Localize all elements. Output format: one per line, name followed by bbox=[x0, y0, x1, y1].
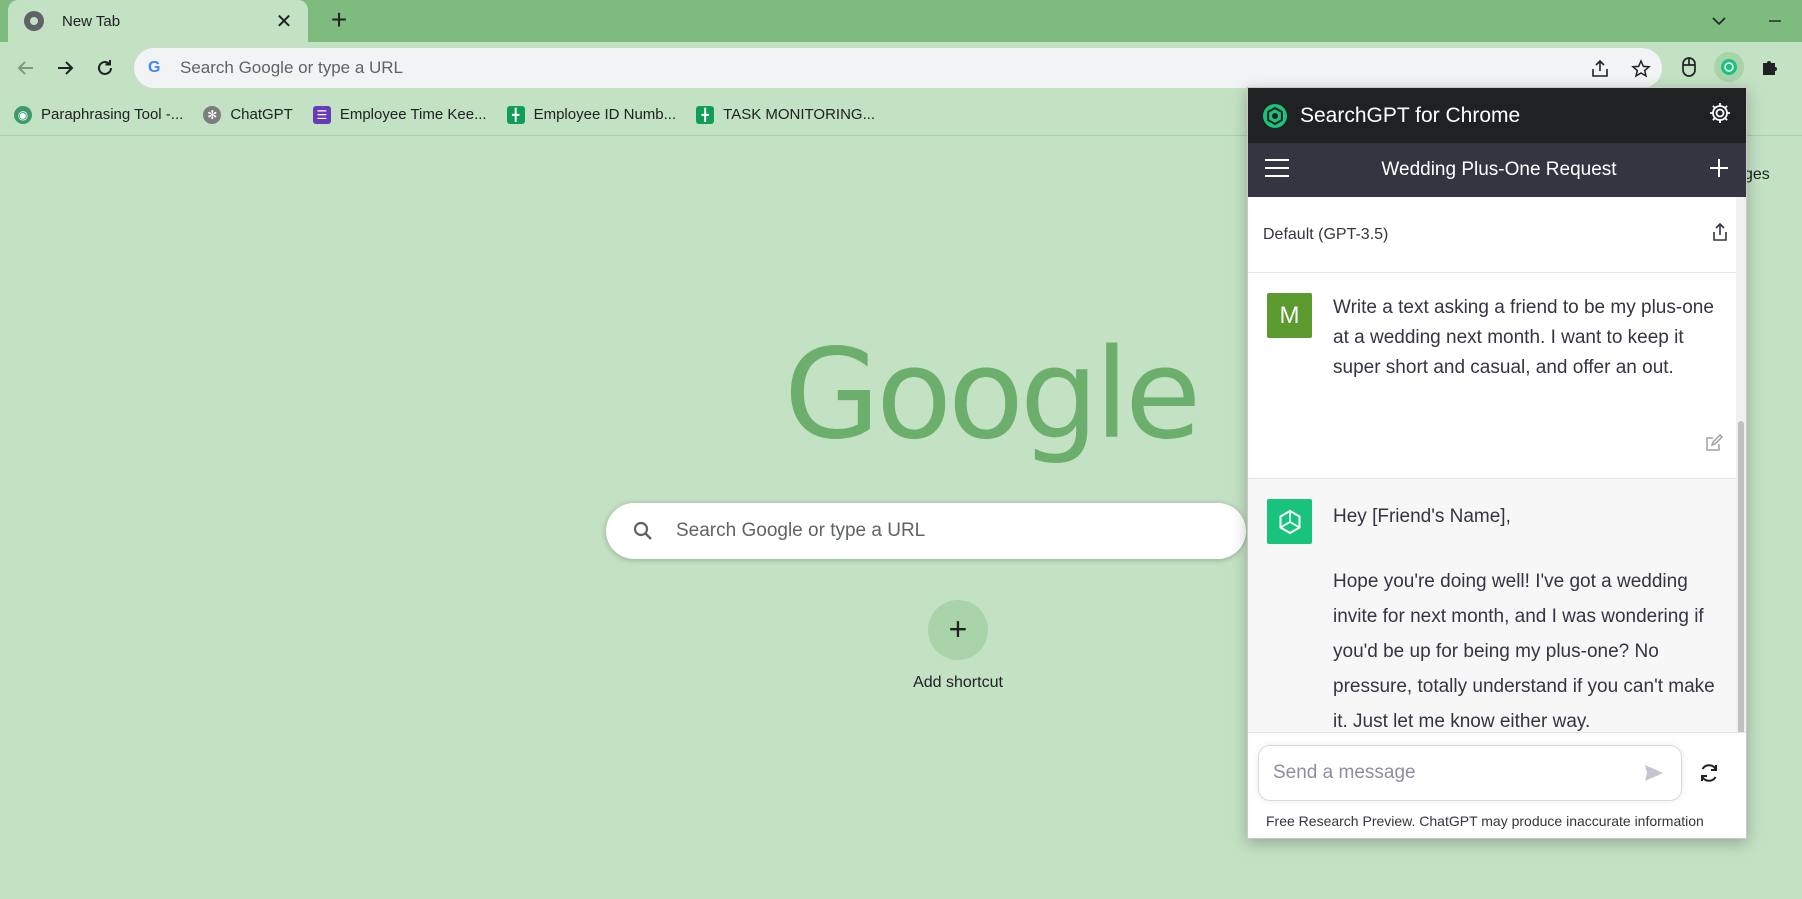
model-bar: Default (GPT-3.5) bbox=[1248, 197, 1746, 273]
plus-icon bbox=[1710, 158, 1728, 177]
robot-icon: ◉ bbox=[14, 105, 32, 124]
bookmark-employee-time-keeping[interactable]: ☰ Employee Time Kee... bbox=[312, 105, 487, 124]
message-input[interactable] bbox=[1273, 762, 1641, 784]
assistant-body: Hope you're doing well! I've got a weddi… bbox=[1333, 571, 1715, 732]
reload-icon bbox=[98, 60, 112, 75]
arrow-right-icon bbox=[58, 61, 74, 75]
ntp-images-link[interactable]: ges bbox=[1744, 166, 1770, 184]
send-button[interactable] bbox=[1641, 760, 1667, 786]
hamburger-icon bbox=[1265, 158, 1289, 177]
forward-button[interactable] bbox=[49, 52, 81, 84]
bookmark-chatgpt[interactable]: ✻ ChatGPT bbox=[203, 105, 293, 124]
add-shortcut[interactable]: + Add shortcut bbox=[900, 600, 1016, 692]
bookmark-paraphrasing-tool[interactable]: ◉ Paraphrasing Tool -... bbox=[14, 105, 184, 124]
gear-icon bbox=[1710, 103, 1730, 123]
user-message-text: Write a text asking a friend to be my pl… bbox=[1333, 297, 1714, 378]
close-tab-button[interactable]: ✕ bbox=[272, 9, 296, 34]
user-message: M Write a text asking a friend to be my … bbox=[1248, 273, 1746, 479]
edit-message-button[interactable] bbox=[1704, 433, 1724, 458]
share-button[interactable] bbox=[1589, 58, 1611, 80]
model-label: Default (GPT-3.5) bbox=[1263, 225, 1389, 243]
ntp-search-placeholder: Search Google or type a URL bbox=[676, 520, 926, 541]
share-icon bbox=[1713, 222, 1727, 241]
extension-mouse-button[interactable] bbox=[1674, 52, 1704, 82]
star-icon bbox=[1631, 59, 1651, 78]
new-tab-button[interactable]: + bbox=[323, 5, 355, 37]
tab-strip: New Tab ✕ + bbox=[0, 0, 1802, 42]
minimize-window-button[interactable] bbox=[1760, 6, 1790, 36]
mouse-icon bbox=[1682, 57, 1696, 77]
message-input-box[interactable] bbox=[1258, 745, 1682, 801]
bookmark-label: Employee Time Kee... bbox=[339, 106, 487, 123]
google-logo: Google bbox=[784, 323, 1201, 467]
share-chat-button[interactable] bbox=[1710, 222, 1730, 247]
regenerate-button[interactable] bbox=[1694, 758, 1724, 788]
new-chat-button[interactable] bbox=[1708, 157, 1730, 184]
input-area: Free Research Preview. ChatGPT may produ… bbox=[1248, 732, 1746, 838]
searchgpt-popup: SearchGPT for Chrome Wedding Plus-One Re… bbox=[1247, 87, 1747, 839]
address-bar[interactable]: G Search Google or type a URL bbox=[134, 48, 1662, 88]
avatar: M bbox=[1267, 293, 1312, 338]
google-g-icon: G bbox=[148, 59, 161, 76]
share-icon bbox=[1592, 59, 1608, 77]
ntp-search-box[interactable]: Search Google or type a URL bbox=[606, 503, 1246, 559]
searchgpt-extension-button[interactable] bbox=[1714, 52, 1744, 82]
refresh-icon bbox=[1701, 764, 1717, 782]
back-button[interactable] bbox=[10, 52, 42, 84]
bookmark-employee-id-number[interactable]: ╋ Employee ID Numb... bbox=[506, 105, 677, 124]
disclaimer-text: Free Research Preview. ChatGPT may produ… bbox=[1266, 813, 1704, 829]
chat-title: Wedding Plus-One Request bbox=[1381, 159, 1617, 180]
add-shortcut-label: Add shortcut bbox=[913, 674, 1003, 691]
popup-title: SearchGPT for Chrome bbox=[1300, 103, 1521, 127]
forms-icon: ☰ bbox=[312, 105, 331, 124]
tab-search-button[interactable] bbox=[1704, 6, 1734, 36]
chat-bar: Wedding Plus-One Request bbox=[1248, 143, 1746, 197]
sheets-icon: ╋ bbox=[696, 105, 715, 124]
sheets-icon: ╋ bbox=[506, 105, 525, 124]
settings-button[interactable] bbox=[1708, 101, 1732, 130]
plus-icon: + bbox=[928, 600, 988, 660]
bookmark-task-monitoring[interactable]: ╋ TASK MONITORING... bbox=[696, 105, 876, 124]
puzzle-icon bbox=[1763, 61, 1777, 75]
extensions-button[interactable] bbox=[1755, 52, 1785, 82]
arrow-left-icon bbox=[17, 61, 33, 75]
assistant-message: Hey [Friend's Name], Hope you're doing w… bbox=[1248, 479, 1746, 737]
chevron-down-icon bbox=[1712, 17, 1726, 26]
edit-icon bbox=[1706, 433, 1724, 451]
search-icon bbox=[633, 521, 652, 540]
assistant-message-text: Hey [Friend's Name], Hope you're doing w… bbox=[1333, 499, 1723, 737]
tab-new-tab[interactable]: New Tab ✕ bbox=[8, 0, 308, 42]
popup-header: SearchGPT for Chrome bbox=[1248, 88, 1746, 143]
menu-button[interactable] bbox=[1264, 158, 1290, 183]
bookmark-label: Paraphrasing Tool -... bbox=[41, 106, 184, 123]
chrome-icon bbox=[24, 11, 44, 31]
assistant-greeting: Hey [Friend's Name], bbox=[1333, 506, 1511, 527]
reload-button[interactable] bbox=[89, 52, 121, 84]
bookmark-label: Employee ID Numb... bbox=[533, 106, 677, 123]
address-bar-placeholder: Search Google or type a URL bbox=[180, 58, 404, 77]
bookmark-label: TASK MONITORING... bbox=[723, 106, 876, 123]
send-icon bbox=[1645, 765, 1663, 781]
minimize-icon bbox=[1769, 20, 1781, 22]
openai-icon bbox=[1267, 499, 1312, 544]
openai-icon bbox=[1721, 59, 1737, 75]
openai-logo-icon bbox=[1263, 103, 1287, 128]
chat-scrollbar[interactable] bbox=[1736, 197, 1746, 820]
tab-title: New Tab bbox=[62, 12, 121, 30]
openai-icon: ✻ bbox=[203, 105, 222, 124]
bookmark-star-button[interactable] bbox=[1630, 58, 1652, 80]
bookmark-label: ChatGPT bbox=[230, 106, 293, 123]
